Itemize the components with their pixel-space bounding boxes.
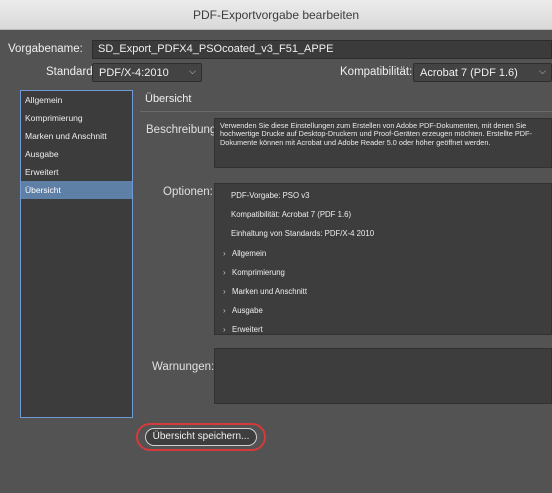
chevron-right-icon: › bbox=[223, 306, 226, 315]
sidebar-item-uebersicht[interactable]: Übersicht bbox=[21, 181, 132, 199]
sidebar-item-erweitert[interactable]: Erweitert bbox=[21, 163, 132, 181]
chevron-right-icon: › bbox=[223, 249, 226, 258]
preset-name-label: Vorgabename: bbox=[8, 43, 83, 55]
sidebar-item-marken-und-anschnitt[interactable]: Marken und Anschnitt bbox=[21, 127, 132, 145]
standard-select[interactable]: PDF/X-4:2010 ⌵ bbox=[92, 63, 202, 82]
tree-item-label: Allgemein bbox=[232, 249, 267, 258]
warnings-label: Warnungen: bbox=[152, 361, 215, 373]
tree-item-komprimierung[interactable]: › Komprimierung bbox=[223, 268, 285, 277]
description-label: Beschreibung: bbox=[146, 124, 220, 136]
chevron-right-icon: › bbox=[223, 268, 226, 277]
section-title: Übersicht bbox=[145, 93, 192, 105]
tree-item-allgemein[interactable]: › Allgemein bbox=[223, 249, 266, 258]
window-titlebar: PDF-Exportvorgabe bearbeiten bbox=[0, 0, 552, 30]
compat-label: Kompatibilität: bbox=[340, 66, 413, 78]
tree-item-label: Ausgabe bbox=[232, 306, 263, 315]
tree-item-marken-und-anschnitt[interactable]: › Marken und Anschnitt bbox=[223, 287, 307, 296]
options-line-preset: PDF-Vorgabe: PSO v3 bbox=[231, 191, 310, 200]
chevron-right-icon: › bbox=[223, 325, 226, 334]
options-summary-box: PDF-Vorgabe: PSO v3 Kompatibilität: Acro… bbox=[214, 183, 552, 335]
options-line-compat: Kompatibilität: Acrobat 7 (PDF 1.6) bbox=[231, 210, 352, 219]
section-divider bbox=[140, 111, 552, 112]
tree-item-label: Marken und Anschnitt bbox=[232, 287, 307, 296]
sidebar-item-komprimierung[interactable]: Komprimierung bbox=[21, 109, 132, 127]
chevron-right-icon: › bbox=[223, 287, 226, 296]
chevron-down-icon: ⌵ bbox=[189, 66, 196, 76]
tree-item-ausgabe[interactable]: › Ausgabe bbox=[223, 306, 263, 315]
save-summary-button[interactable]: Übersicht speichern... bbox=[145, 428, 257, 446]
window-title: PDF-Exportvorgabe bearbeiten bbox=[192, 8, 360, 22]
sidebar-item-allgemein[interactable]: Allgemein bbox=[21, 91, 132, 109]
standard-select-value: PDF/X-4:2010 bbox=[99, 67, 169, 79]
standard-label: Standard: bbox=[46, 66, 96, 78]
tree-item-label: Komprimierung bbox=[232, 268, 285, 277]
category-list: Allgemein Komprimierung Marken und Ansch… bbox=[20, 90, 133, 418]
description-text: Verwenden Sie diese Einstellungen zum Er… bbox=[214, 118, 552, 168]
options-label: Optionen: bbox=[163, 186, 213, 198]
compat-select[interactable]: Acrobat 7 (PDF 1.6) ⌵ bbox=[413, 63, 552, 82]
chevron-down-icon: ⌵ bbox=[539, 66, 546, 76]
tree-item-label: Erweitert bbox=[232, 325, 263, 334]
warnings-box bbox=[214, 348, 552, 404]
options-line-standard: Einhaltung von Standards: PDF/X-4 2010 bbox=[231, 229, 375, 238]
tree-item-erweitert[interactable]: › Erweitert bbox=[223, 325, 263, 334]
export-preset-dialog: Vorgabename: SD_Export_PDFX4_PSOcoated_v… bbox=[0, 30, 552, 493]
compat-select-value: Acrobat 7 (PDF 1.6) bbox=[420, 67, 518, 79]
sidebar-item-ausgabe[interactable]: Ausgabe bbox=[21, 145, 132, 163]
preset-name-input[interactable]: SD_Export_PDFX4_PSOcoated_v3_F51_APPE bbox=[92, 40, 552, 59]
